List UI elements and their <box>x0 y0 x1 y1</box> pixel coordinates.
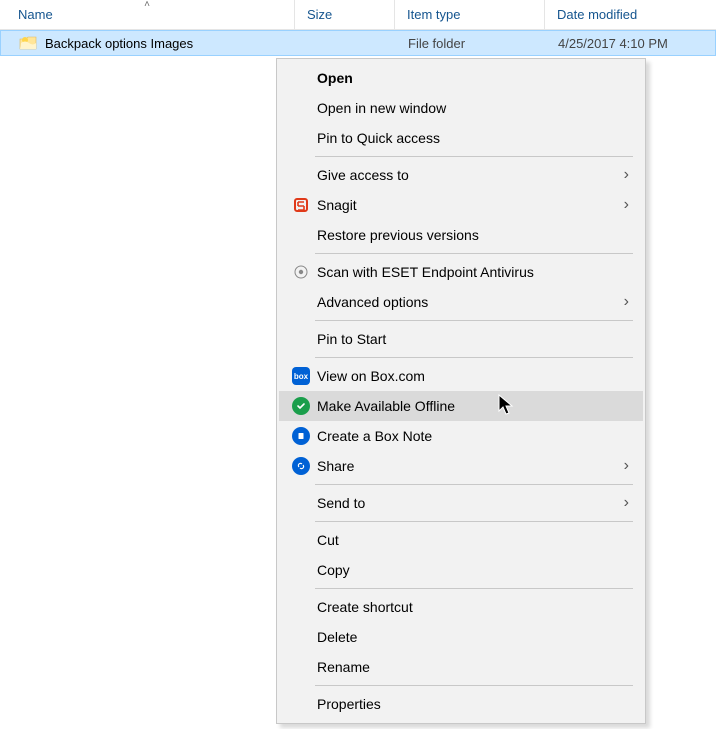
menu-separator <box>315 521 633 522</box>
menu-create-box-note[interactable]: Create a Box Note <box>279 421 643 451</box>
menu-copy[interactable]: Copy <box>279 555 643 585</box>
context-menu: Open Open in new window Pin to Quick acc… <box>276 58 646 724</box>
submenu-arrow-icon: › <box>624 293 629 311</box>
menu-snagit[interactable]: Snagit › <box>279 190 643 220</box>
menu-pin-start-label: Pin to Start <box>313 331 629 347</box>
menu-send-to[interactable]: Send to › <box>279 488 643 518</box>
menu-rename[interactable]: Rename <box>279 652 643 682</box>
menu-open[interactable]: Open <box>279 63 643 93</box>
menu-view-box[interactable]: box View on Box.com <box>279 361 643 391</box>
check-circle-icon <box>289 397 313 415</box>
menu-open-label: Open <box>313 70 629 86</box>
menu-give-access-label: Give access to <box>313 167 624 183</box>
submenu-arrow-icon: › <box>624 457 629 475</box>
share-circle-icon <box>289 457 313 475</box>
menu-create-box-note-label: Create a Box Note <box>313 428 629 444</box>
menu-create-shortcut-label: Create shortcut <box>313 599 629 615</box>
menu-pin-quick-access[interactable]: Pin to Quick access <box>279 123 643 153</box>
header-size-label: Size <box>307 7 332 22</box>
menu-separator <box>315 588 633 589</box>
menu-copy-label: Copy <box>313 562 629 578</box>
menu-separator <box>315 253 633 254</box>
menu-open-new-window[interactable]: Open in new window <box>279 93 643 123</box>
menu-advanced-options[interactable]: Advanced options › <box>279 287 643 317</box>
menu-scan-eset-label: Scan with ESET Endpoint Antivirus <box>313 264 629 280</box>
menu-separator <box>315 484 633 485</box>
menu-share[interactable]: Share › <box>279 451 643 481</box>
folder-icon <box>19 35 37 51</box>
submenu-arrow-icon: › <box>624 166 629 184</box>
snagit-icon <box>289 197 313 213</box>
header-name[interactable]: Name ˄ <box>0 0 295 29</box>
menu-give-access[interactable]: Give access to › <box>279 160 643 190</box>
menu-separator <box>315 685 633 686</box>
menu-view-box-label: View on Box.com <box>313 368 629 384</box>
header-type-label: Item type <box>407 7 460 22</box>
column-headers: Name ˄ Size Item type Date modified <box>0 0 716 30</box>
row-type-label: File folder <box>396 36 546 51</box>
table-row[interactable]: Backpack options Images File folder 4/25… <box>0 30 716 56</box>
menu-rename-label: Rename <box>313 659 629 675</box>
header-modified[interactable]: Date modified <box>545 0 713 29</box>
header-modified-label: Date modified <box>557 7 637 22</box>
row-modified-label: 4/25/2017 4:10 PM <box>546 36 714 51</box>
menu-separator <box>315 357 633 358</box>
sort-indicator-icon: ˄ <box>144 0 150 10</box>
menu-snagit-label: Snagit <box>313 197 624 213</box>
menu-pin-start[interactable]: Pin to Start <box>279 324 643 354</box>
menu-cut-label: Cut <box>313 532 629 548</box>
menu-advanced-options-label: Advanced options <box>313 294 624 310</box>
row-name-label: Backpack options Images <box>45 36 193 51</box>
menu-create-shortcut[interactable]: Create shortcut <box>279 592 643 622</box>
menu-properties-label: Properties <box>313 696 629 712</box>
header-size[interactable]: Size <box>295 0 395 29</box>
submenu-arrow-icon: › <box>624 196 629 214</box>
header-type[interactable]: Item type <box>395 0 545 29</box>
menu-scan-eset[interactable]: Scan with ESET Endpoint Antivirus <box>279 257 643 287</box>
menu-restore-previous[interactable]: Restore previous versions <box>279 220 643 250</box>
eset-icon <box>289 265 313 279</box>
submenu-arrow-icon: › <box>624 494 629 512</box>
menu-restore-previous-label: Restore previous versions <box>313 227 629 243</box>
menu-share-label: Share <box>313 458 624 474</box>
menu-separator <box>315 156 633 157</box>
menu-make-available-offline[interactable]: Make Available Offline <box>279 391 643 421</box>
note-circle-icon <box>289 427 313 445</box>
menu-pin-quick-access-label: Pin to Quick access <box>313 130 629 146</box>
box-logo-icon: box <box>289 367 313 385</box>
menu-delete-label: Delete <box>313 629 629 645</box>
menu-properties[interactable]: Properties <box>279 689 643 719</box>
header-name-label: Name <box>18 7 53 22</box>
menu-cut[interactable]: Cut <box>279 525 643 555</box>
menu-open-new-window-label: Open in new window <box>313 100 629 116</box>
menu-delete[interactable]: Delete <box>279 622 643 652</box>
menu-separator <box>315 320 633 321</box>
menu-send-to-label: Send to <box>313 495 624 511</box>
menu-make-available-offline-label: Make Available Offline <box>313 398 629 414</box>
